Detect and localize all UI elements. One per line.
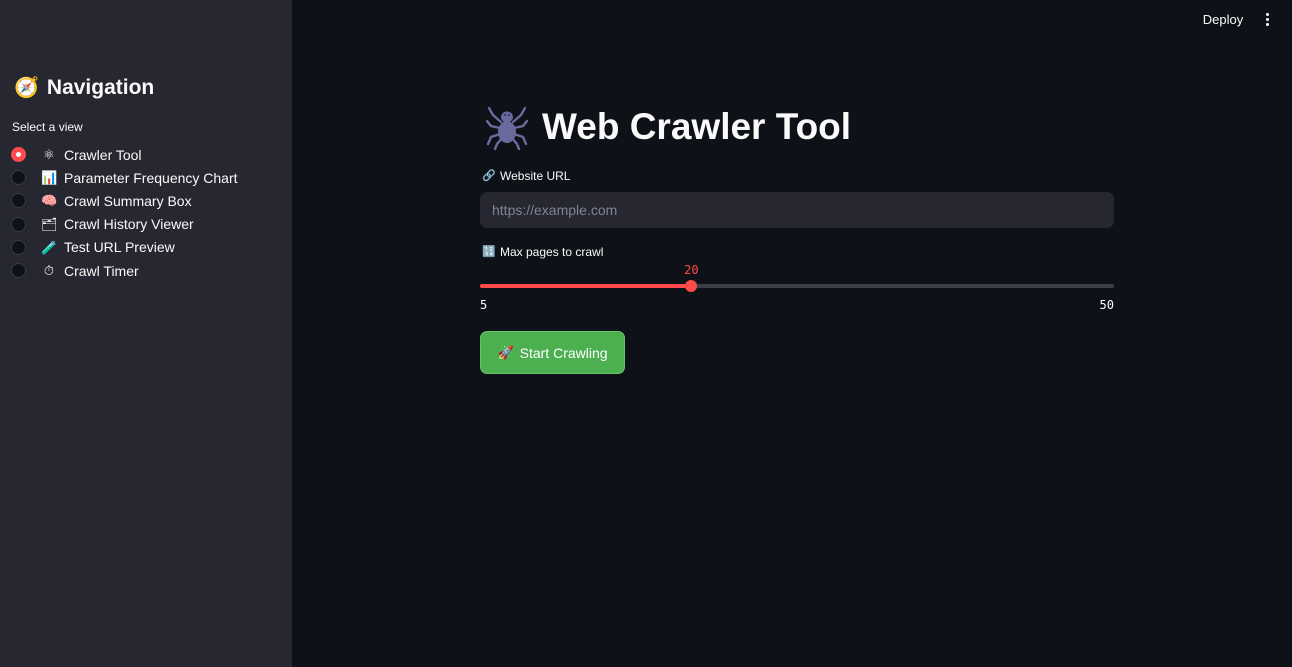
stopwatch-icon: ⏱ [43, 263, 55, 279]
slider-max-label: 50 [1099, 298, 1114, 312]
radio-option-label: Crawl Summary Box [64, 192, 192, 209]
slider-min-label: 5 [480, 298, 488, 312]
sidebar-title: 🧭 Navigation [14, 76, 154, 100]
radio-group-label: Select a view [12, 120, 83, 134]
radio-option-test-url-preview[interactable]: 🧪 Test URL Preview [11, 236, 238, 259]
max-pages-label: 🔢 Max pages to crawl [482, 245, 603, 259]
radio-option-label: Test URL Preview [64, 239, 175, 256]
link-icon: 🔗 [482, 169, 496, 182]
slider-fill [480, 284, 692, 288]
slider-current-value: 20 [684, 263, 699, 277]
url-field-label: 🔗 Website URL [482, 169, 570, 183]
atom-icon: ⚛ [43, 147, 55, 163]
radio-option-crawler-tool[interactable]: ⚛ Crawler Tool [11, 143, 238, 166]
app-window: 🧭 Navigation Select a view ⚛ Crawler Too… [0, 0, 1292, 667]
radio-button[interactable] [11, 147, 26, 163]
sidebar: 🧭 Navigation Select a view ⚛ Crawler Too… [0, 0, 292, 667]
test-tube-icon: 🧪 [41, 239, 58, 255]
radio-button[interactable] [11, 170, 26, 186]
radio-option-label: Crawl History Viewer [64, 216, 194, 233]
website-url-input[interactable] [480, 192, 1114, 228]
view-radio-group: ⚛ Crawler Tool 📊 Parameter Frequency Cha… [11, 143, 238, 282]
bar-chart-icon: 📊 [41, 170, 58, 186]
radio-button[interactable] [11, 239, 26, 255]
radio-option-label: Crawl Timer [64, 262, 139, 279]
numbers-icon: 🔢 [482, 245, 496, 258]
radio-option-crawl-history-viewer[interactable]: 🗂 Crawl History Viewer [11, 213, 238, 236]
vertical-ellipsis-icon[interactable] [1258, 8, 1276, 30]
folder-dividers-icon: 🗂 [41, 216, 58, 232]
max-pages-label-text: Max pages to crawl [500, 245, 604, 259]
radio-button[interactable] [11, 263, 26, 279]
start-crawling-label: Start Crawling [519, 344, 608, 361]
deploy-button[interactable]: Deploy [1196, 8, 1250, 30]
start-crawling-button[interactable]: 🚀 Start Crawling [480, 331, 625, 374]
rocket-icon: 🚀 [497, 345, 514, 360]
radio-option-crawl-summary-box[interactable]: 🧠 Crawl Summary Box [11, 189, 238, 212]
brain-icon: 🧠 [41, 193, 58, 209]
radio-option-parameter-frequency-chart[interactable]: 📊 Parameter Frequency Chart [11, 166, 238, 189]
radio-option-crawl-timer[interactable]: ⏱ Crawl Timer [11, 259, 238, 282]
sidebar-title-text: Navigation [46, 76, 155, 99]
page-title-text: Web Crawler Tool [542, 106, 852, 147]
page-title: Web Crawler Tool [486, 104, 851, 150]
radio-button[interactable] [11, 216, 26, 232]
compass-icon: 🧭 [14, 77, 39, 99]
radio-option-label: Crawler Tool [64, 146, 142, 163]
slider-thumb[interactable] [685, 280, 698, 292]
spider-icon [486, 106, 528, 150]
url-field-label-text: Website URL [500, 169, 571, 183]
max-pages-slider[interactable] [480, 280, 1114, 292]
radio-option-label: Parameter Frequency Chart [64, 169, 238, 186]
radio-button[interactable] [11, 193, 26, 209]
